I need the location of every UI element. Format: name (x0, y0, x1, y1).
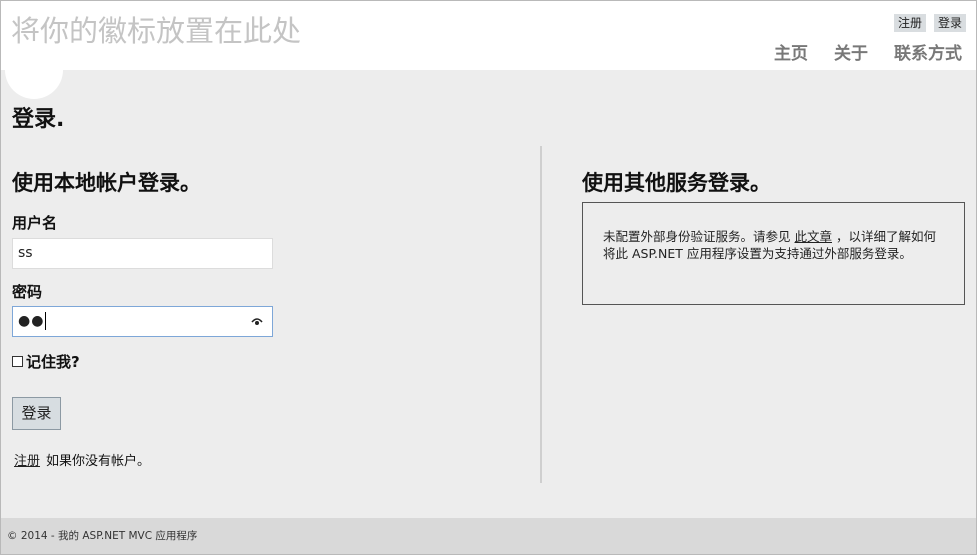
article-link[interactable]: 此文章 (794, 229, 832, 244)
username-label: 用户名 (12, 214, 58, 232)
register-line: 注册 如果你没有帐户。 (14, 453, 150, 471)
username-input[interactable]: ss (12, 238, 273, 269)
login-button[interactable]: 登录 (12, 397, 61, 430)
external-info-box: 未配置外部身份验证服务。请参见 此文章 ，以详细了解如何将此 ASP.NET 应… (582, 202, 965, 305)
main-nav: 主页 关于 联系方式 (774, 42, 962, 66)
password-label: 密码 (12, 283, 43, 301)
login-header-link[interactable]: 登录 (933, 14, 966, 32)
site-logo-text[interactable]: 将你的徽标放置在此处 (11, 13, 301, 49)
remember-label: 记住我? (26, 353, 80, 371)
footer-text: © 2014 - 我的 ASP.NET MVC 应用程序 (7, 530, 198, 542)
register-link[interactable]: 注册 (14, 454, 40, 469)
password-value: ●● (18, 313, 45, 329)
site-header: 将你的徽标放置在此处 注册 登录 主页 关于 联系方式 (1, 1, 976, 70)
register-header-link[interactable]: 注册 (893, 14, 926, 32)
nav-contact[interactable]: 联系方式 (894, 42, 962, 66)
external-login-title: 使用其他服务登录。 (582, 171, 771, 195)
nav-home[interactable]: 主页 (774, 42, 808, 66)
page-title: 登录. (12, 107, 65, 132)
username-value: ss (18, 245, 33, 261)
text-caret (45, 312, 47, 330)
external-text-before: 未配置外部身份验证服务。请参见 (603, 229, 795, 244)
footer: © 2014 - 我的 ASP.NET MVC 应用程序 (1, 518, 976, 554)
register-hint: 如果你没有帐户。 (46, 454, 151, 469)
nav-about[interactable]: 关于 (834, 42, 868, 66)
remember-me[interactable]: 记住我? (12, 351, 80, 372)
column-divider (540, 146, 542, 483)
eye-icon[interactable] (251, 317, 263, 327)
local-login-title: 使用本地帐户登录。 (12, 171, 201, 195)
password-input[interactable]: ●● (12, 306, 273, 337)
header-decoration (5, 41, 63, 99)
login-links: 注册 登录 (893, 14, 966, 32)
remember-checkbox[interactable] (12, 356, 23, 367)
